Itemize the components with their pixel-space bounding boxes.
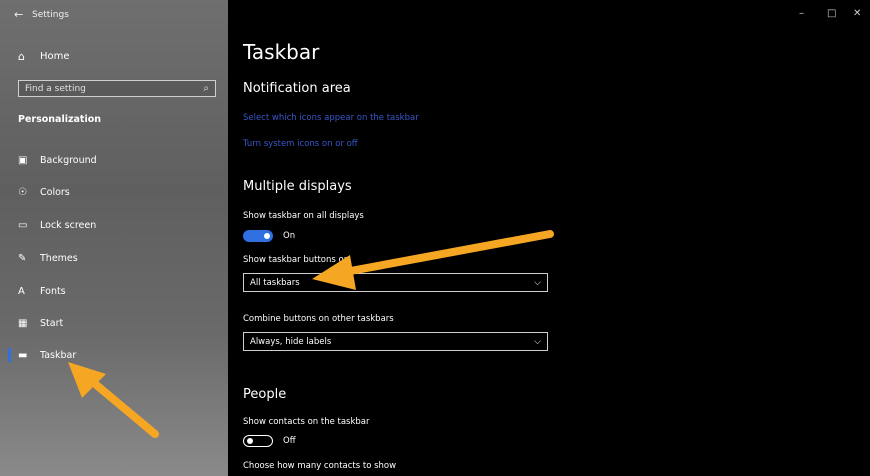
brush-icon: ✎	[18, 252, 27, 264]
multiple-displays-heading: Multiple displays	[243, 179, 352, 194]
search-icon[interactable]: ⌕	[203, 83, 209, 94]
home-icon: ⌂	[18, 50, 25, 63]
toggle-state: Off	[283, 436, 296, 446]
sidebar-item-label: Fonts	[40, 285, 66, 297]
taskbar-icon: ▬	[18, 349, 28, 361]
sidebar-item-themes[interactable]: ✎ Themes	[0, 247, 228, 269]
back-arrow-icon[interactable]: ←	[14, 8, 32, 21]
close-button[interactable]: ✕	[853, 8, 861, 19]
sidebar: ← Settings ⌂ Home Find a setting ⌕ Perso…	[0, 0, 228, 476]
show-contacts-label: Show contacts on the taskbar	[243, 417, 370, 427]
show-all-displays-toggle[interactable]: On	[243, 230, 295, 242]
chevron-down-icon: ⌵	[534, 336, 541, 347]
combine-buttons-label: Combine buttons on other taskbars	[243, 314, 394, 324]
section-title: Personalization	[18, 114, 101, 125]
start-icon: ▦	[18, 317, 28, 329]
contacts-count-label: Choose how many contacts to show	[243, 461, 397, 471]
sidebar-item-label: Taskbar	[40, 349, 77, 361]
search-input[interactable]: Find a setting ⌕	[18, 80, 216, 97]
font-icon: A	[18, 285, 25, 297]
minimize-button[interactable]: –	[799, 8, 804, 19]
notification-area-heading: Notification area	[243, 81, 351, 96]
show-contacts-toggle[interactable]: Off	[243, 435, 296, 447]
dropdown-value: Always, hide labels	[250, 336, 332, 347]
buttons-on-label: Show taskbar buttons on	[243, 255, 350, 265]
sidebar-item-background[interactable]: ▣ Background	[0, 149, 228, 171]
image-icon: ▣	[18, 154, 28, 166]
dropdown-value: All taskbars	[250, 277, 300, 288]
buttons-on-dropdown[interactable]: All taskbars ⌵	[243, 273, 548, 292]
sidebar-item-start[interactable]: ▦ Start	[0, 312, 228, 334]
show-all-displays-label: Show taskbar on all displays	[243, 211, 364, 221]
page-title: Taskbar	[243, 40, 320, 64]
title-bar: ← Settings	[14, 8, 69, 21]
window-title: Settings	[32, 9, 69, 20]
search-placeholder: Find a setting	[25, 83, 86, 94]
maximize-button[interactable]: □	[827, 8, 836, 19]
sidebar-item-label: Start	[40, 317, 64, 329]
chevron-down-icon: ⌵	[534, 277, 541, 288]
toggle-switch-off[interactable]	[243, 435, 273, 447]
toggle-state: On	[283, 231, 296, 241]
sidebar-item-lock-screen[interactable]: ▭ Lock screen	[0, 214, 228, 236]
select-icons-link[interactable]: Select which icons appear on the taskbar	[243, 113, 419, 123]
sidebar-item-label: Lock screen	[40, 219, 97, 231]
sidebar-item-label: Colors	[40, 186, 70, 198]
sidebar-item-label: Themes	[40, 252, 78, 264]
sidebar-item-label: Background	[40, 154, 97, 166]
sidebar-item-taskbar[interactable]: ▬ Taskbar	[0, 344, 228, 366]
sidebar-item-colors[interactable]: ☉ Colors	[0, 181, 228, 203]
nav-home[interactable]: ⌂ Home	[18, 50, 70, 63]
people-heading: People	[243, 387, 287, 402]
sidebar-item-fonts[interactable]: A Fonts	[0, 280, 228, 302]
toggle-switch-on[interactable]	[243, 230, 273, 242]
palette-icon: ☉	[18, 186, 27, 198]
system-icons-link[interactable]: Turn system icons on or off	[243, 139, 358, 149]
nav-home-label: Home	[40, 51, 70, 62]
combine-buttons-dropdown[interactable]: Always, hide labels ⌵	[243, 332, 548, 351]
lock-screen-icon: ▭	[18, 219, 28, 231]
settings-window: ← Settings ⌂ Home Find a setting ⌕ Perso…	[0, 0, 870, 476]
